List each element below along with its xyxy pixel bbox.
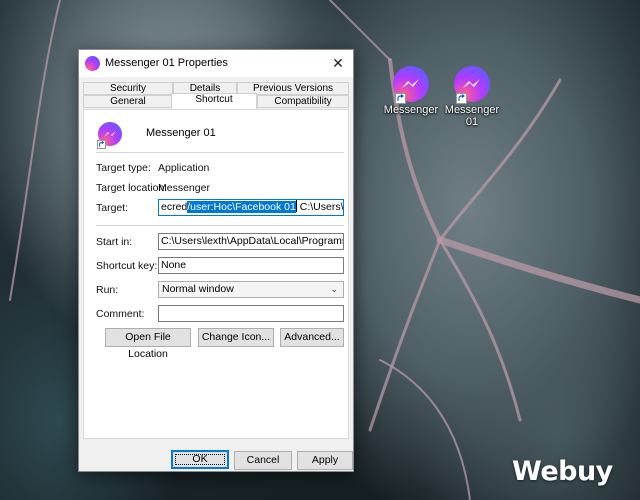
cancel-button[interactable]: Cancel [234, 451, 292, 470]
tab-security[interactable]: Security [83, 82, 173, 95]
divider [96, 152, 344, 153]
desktop-icon-messenger[interactable]: Messenger [383, 66, 439, 116]
shortcut-arrow-icon [395, 93, 406, 104]
target-input[interactable]: ecred/user:Hoc\Facebook 01 C:\Users\lext… [158, 199, 344, 216]
comment-input[interactable] [158, 305, 344, 322]
shortcut-key-label: Shortcut key: [96, 260, 158, 272]
messenger-icon [97, 122, 122, 149]
target-location-value: Messenger [158, 182, 210, 194]
target-text-selected: /user:Hoc\Facebook 01 [187, 201, 296, 213]
shortcut-tab-panel: Messenger 01 Target type: Application Ta… [83, 109, 349, 439]
messenger-icon [85, 56, 100, 71]
messenger-icon [454, 66, 490, 104]
start-in-label: Start in: [96, 236, 133, 248]
chevron-down-icon: ⌄ [330, 284, 338, 294]
shortcut-key-input[interactable]: None [158, 257, 344, 274]
target-type-value: Application [158, 162, 210, 174]
close-icon: ✕ [332, 55, 344, 71]
run-select[interactable]: Normal window ⌄ [158, 281, 344, 298]
desktop-icon-label: Messenger [383, 104, 439, 116]
tab-general[interactable]: General [83, 95, 173, 108]
desktop-icon-label: Messenger 01 [444, 104, 500, 128]
change-icon-button[interactable]: Change Icon... [198, 328, 274, 347]
shortcut-arrow-icon [456, 93, 467, 104]
properties-dialog: Messenger 01 Properties ✕ Security Detai… [78, 49, 354, 472]
open-file-location-button[interactable]: Open File Location [105, 328, 191, 360]
messenger-icon [393, 66, 429, 104]
run-label: Run: [96, 284, 119, 296]
apply-button[interactable]: Apply [297, 451, 353, 470]
focus-rectangle [175, 454, 225, 465]
target-location-label: Target location: [96, 182, 168, 194]
title-bar[interactable]: Messenger 01 Properties ✕ [79, 50, 353, 77]
start-in-input[interactable]: C:\Users\lexth\AppData\Local\Programs\Me… [158, 233, 344, 250]
webuy-watermark: Webuy [512, 456, 613, 487]
close-button[interactable]: ✕ [323, 50, 353, 77]
advanced-button[interactable]: Advanced... [280, 328, 344, 347]
shortcut-name: Messenger 01 [146, 127, 216, 139]
run-select-value: Normal window [162, 283, 234, 295]
target-text-before: ecred [161, 201, 188, 213]
target-type-label: Target type: [96, 162, 151, 174]
tab-compatibility[interactable]: Compatibility [257, 95, 349, 108]
dialog-title: Messenger 01 Properties [105, 57, 228, 69]
comment-label: Comment: [96, 308, 145, 320]
divider [96, 225, 344, 226]
desktop-icon-messenger-01[interactable]: Messenger 01 [441, 66, 503, 128]
tab-strip: Security Details Previous Versions Gener… [83, 82, 349, 110]
target-label: Target: [96, 202, 129, 214]
ok-button[interactable]: OK [171, 450, 229, 469]
shortcut-arrow-icon [97, 140, 106, 149]
tab-shortcut[interactable]: Shortcut [171, 93, 257, 109]
target-text-after: C:\Users\lexth\Ap [299, 201, 344, 213]
